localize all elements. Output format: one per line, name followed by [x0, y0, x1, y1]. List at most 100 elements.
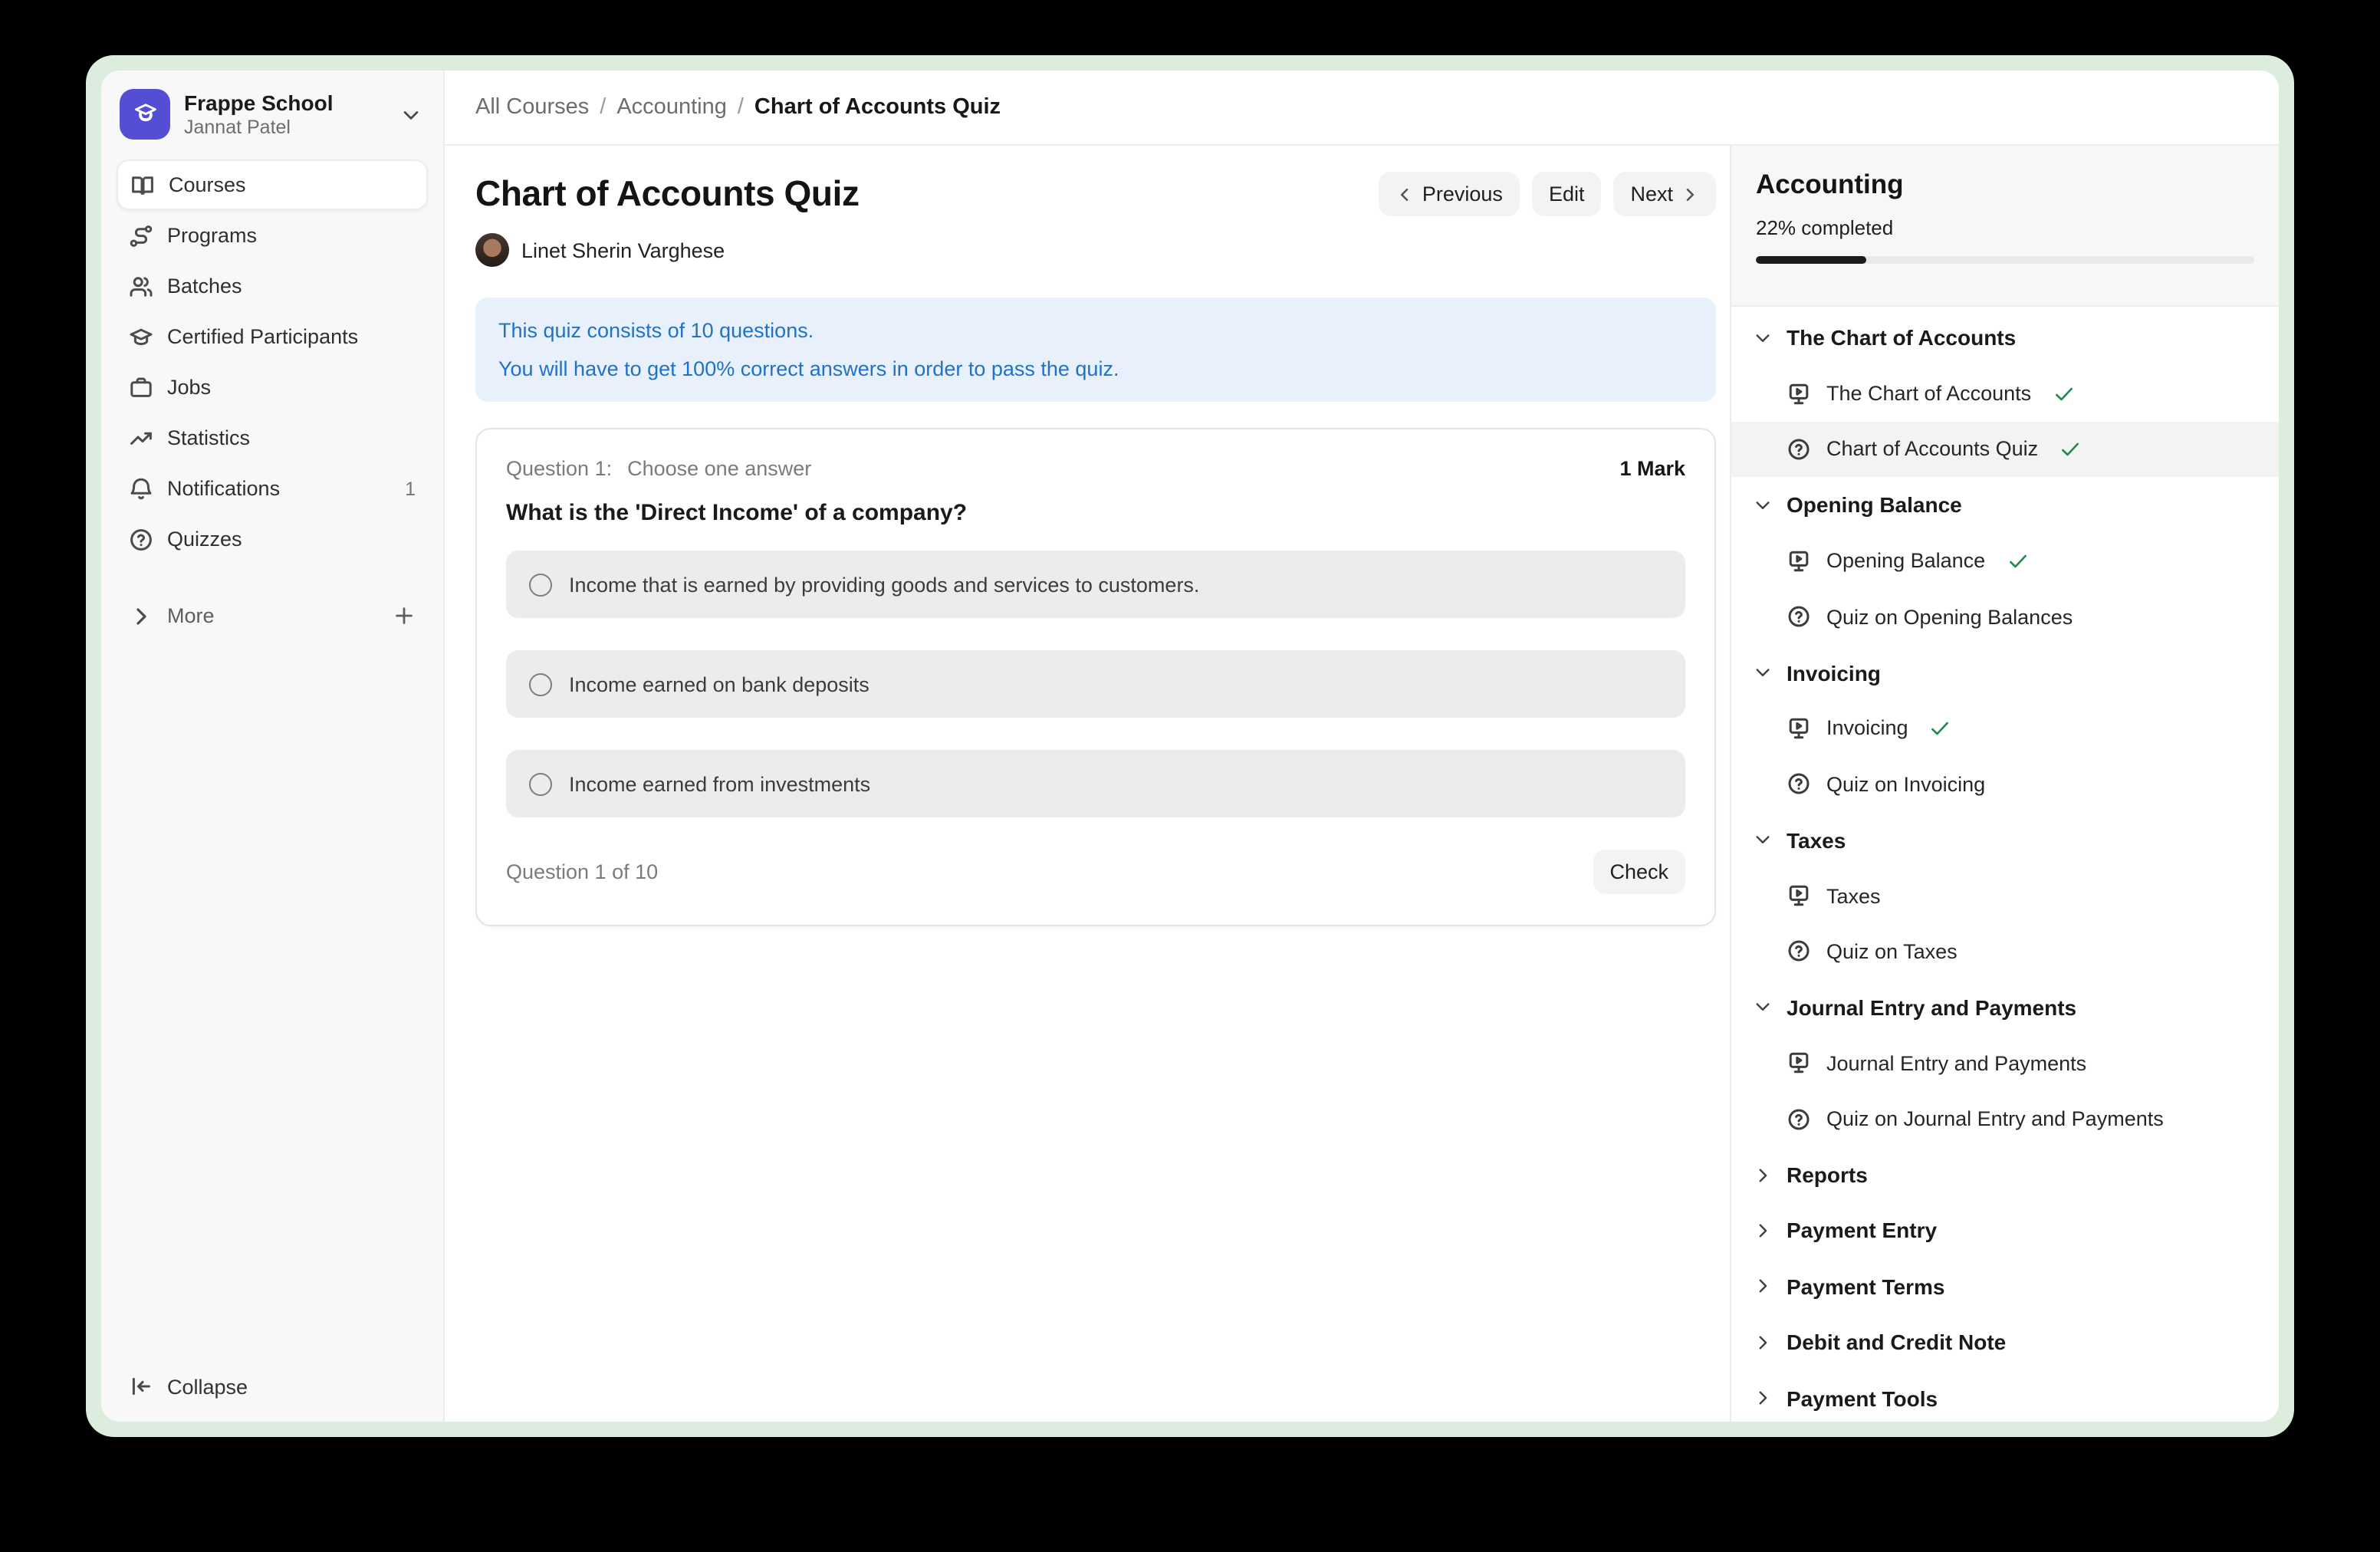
app-window-frame: Frappe School Jannat Patel Courses Progra…	[86, 55, 2294, 1437]
trending-up-icon	[129, 426, 153, 450]
sidebar-item-courses[interactable]: Courses	[117, 159, 428, 210]
breadcrumb-link-course[interactable]: Accounting	[616, 95, 727, 120]
check-button-label: Check	[1609, 860, 1668, 883]
outline-item-label: Quiz on Journal Entry and Payments	[1826, 1107, 2164, 1130]
chevron-down-icon	[1753, 998, 1773, 1018]
check-button[interactable]: Check	[1593, 850, 1685, 894]
sidebar-item-label: More	[167, 604, 215, 627]
sidebar-item-batches[interactable]: Batches	[117, 261, 428, 311]
chevron-right-icon	[1681, 185, 1699, 203]
breadcrumb-separator: /	[738, 95, 744, 120]
answer-option[interactable]: Income earned on bank deposits	[506, 650, 1685, 718]
quiz-icon	[1787, 939, 1811, 964]
outline-section-row[interactable]: Reports	[1731, 1147, 2279, 1203]
plus-icon[interactable]	[393, 604, 416, 627]
sidebar-item-label: Batches	[167, 275, 242, 298]
sidebar-item-label: Quizzes	[167, 528, 242, 551]
course-outline-panel: Accounting 22% completed The Chart of Ac…	[1730, 146, 2279, 1422]
outline-section-row[interactable]: Debit and Credit Note	[1731, 1314, 2279, 1370]
check-icon	[2007, 551, 2028, 572]
quiz-page: Chart of Accounts Quiz Previous Edit	[445, 146, 1730, 1422]
outline-section-row[interactable]: Taxes	[1731, 812, 2279, 868]
outline-section-title: Taxes	[1787, 827, 1846, 852]
outline-item-row[interactable]: Quiz on Invoicing	[1731, 756, 2279, 812]
sidebar-item-certified-participants[interactable]: Certified Participants	[117, 311, 428, 362]
outline-item-label: The Chart of Accounts	[1826, 382, 2031, 405]
outline-section-row[interactable]: Invoicing	[1731, 645, 2279, 701]
course-progress-fill	[1756, 256, 1866, 263]
outline-section-row[interactable]: Opening Balance	[1731, 477, 2279, 533]
answer-option-label: Income earned from investments	[569, 772, 870, 795]
author-name: Linet Sherin Varghese	[521, 238, 725, 261]
outline-section-title: Journal Entry and Payments	[1787, 995, 2076, 1020]
radio-button[interactable]	[529, 672, 552, 695]
page-title: Chart of Accounts Quiz	[475, 173, 860, 215]
question-card: Question 1: Choose one answer 1 Mark Wha…	[475, 428, 1716, 926]
outline-section-row[interactable]: Journal Entry and Payments	[1731, 979, 2279, 1035]
outline-section-row[interactable]: Payment Entry	[1731, 1203, 2279, 1259]
workspace-info: Frappe School Jannat Patel	[184, 90, 386, 139]
radio-button[interactable]	[529, 772, 552, 795]
outline-item-label: Chart of Accounts Quiz	[1826, 438, 2038, 461]
workspace-switcher[interactable]: Frappe School Jannat Patel	[101, 71, 443, 155]
course-progress-text: 22% completed	[1756, 216, 2254, 239]
question-text: What is the 'Direct Income' of a company…	[506, 500, 1685, 526]
previous-button[interactable]: Previous	[1379, 172, 1520, 216]
outline-item-row[interactable]: Quiz on Opening Balances	[1731, 589, 2279, 645]
sidebar-item-label: Statistics	[167, 426, 250, 449]
edit-button[interactable]: Edit	[1532, 172, 1602, 216]
answer-option[interactable]: Income that is earned by providing goods…	[506, 551, 1685, 618]
outline-item-label: Quiz on Invoicing	[1826, 773, 1985, 796]
next-button[interactable]: Next	[1613, 172, 1716, 216]
sidebar-item-more[interactable]: More	[117, 590, 428, 641]
bell-icon	[129, 476, 153, 501]
sidebar-item-statistics[interactable]: Statistics	[117, 413, 428, 463]
author-row: Linet Sherin Varghese	[475, 233, 1716, 267]
question-pagination: Question 1 of 10	[506, 860, 658, 883]
help-circle-icon	[129, 527, 153, 551]
breadcrumb-separator: /	[600, 95, 606, 120]
previous-button-label: Previous	[1422, 182, 1503, 206]
check-icon	[2053, 383, 2074, 404]
breadcrumb-link-all-courses[interactable]: All Courses	[475, 95, 589, 120]
sidebar-item-jobs[interactable]: Jobs	[117, 362, 428, 413]
question-marks: 1 Mark	[1619, 457, 1685, 480]
sidebar-collapse-button[interactable]: Collapse	[101, 1351, 443, 1422]
course-outline: The Chart of Accounts The Chart of Accoun…	[1731, 307, 2279, 1422]
outline-item-label: Quiz on Taxes	[1826, 940, 1958, 963]
outline-section-row[interactable]: Payment Terms	[1731, 1258, 2279, 1314]
sidebar-nav: Courses Programs Batches Certified Particip…	[101, 155, 443, 564]
chevron-down-icon	[1753, 663, 1773, 682]
outline-item-row[interactable]: The Chart of Accounts	[1731, 366, 2279, 422]
outline-section-title: Reports	[1787, 1162, 1868, 1187]
course-progress-bar	[1756, 256, 2254, 263]
sidebar-item-programs[interactable]: Programs	[117, 210, 428, 261]
outline-item-label: Taxes	[1826, 884, 1881, 907]
outline-item-row[interactable]: Quiz on Taxes	[1731, 924, 2279, 980]
outline-item-label: Quiz on Opening Balances	[1826, 605, 2073, 628]
sidebar-item-notifications[interactable]: Notifications 1	[117, 463, 428, 514]
notification-count-badge: 1	[405, 478, 416, 499]
outline-section-row[interactable]: Payment Tools	[1731, 1370, 2279, 1422]
radio-button[interactable]	[529, 573, 552, 596]
outline-item-row[interactable]: Quiz on Journal Entry and Payments	[1731, 1091, 2279, 1147]
outline-section-row[interactable]: The Chart of Accounts	[1731, 310, 2279, 366]
sidebar-item-label: Certified Participants	[167, 325, 358, 348]
chevron-down-icon[interactable]	[400, 104, 422, 125]
outline-item-label: Journal Entry and Payments	[1826, 1052, 2086, 1075]
outline-item-row[interactable]: Opening Balance	[1731, 533, 2279, 589]
outline-item-row[interactable]: Chart of Accounts Quiz	[1731, 422, 2279, 478]
outline-item-row[interactable]: Journal Entry and Payments	[1731, 1035, 2279, 1091]
outline-item-row[interactable]: Taxes	[1731, 868, 2279, 924]
sidebar-item-label: Notifications	[167, 477, 280, 500]
workspace-title: Frappe School	[184, 90, 386, 116]
quiz-icon	[1787, 437, 1811, 462]
sidebar-item-quizzes[interactable]: Quizzes	[117, 514, 428, 564]
outline-item-row[interactable]: Invoicing	[1731, 700, 2279, 756]
answer-options: Income that is earned by providing goods…	[506, 551, 1685, 817]
sidebar-item-label: Programs	[167, 224, 257, 247]
answer-option[interactable]: Income earned from investments	[506, 750, 1685, 817]
page-actions: Previous Edit Next	[1379, 172, 1716, 216]
left-sidebar: Frappe School Jannat Patel Courses Progra…	[101, 71, 445, 1422]
next-button-label: Next	[1630, 182, 1673, 206]
